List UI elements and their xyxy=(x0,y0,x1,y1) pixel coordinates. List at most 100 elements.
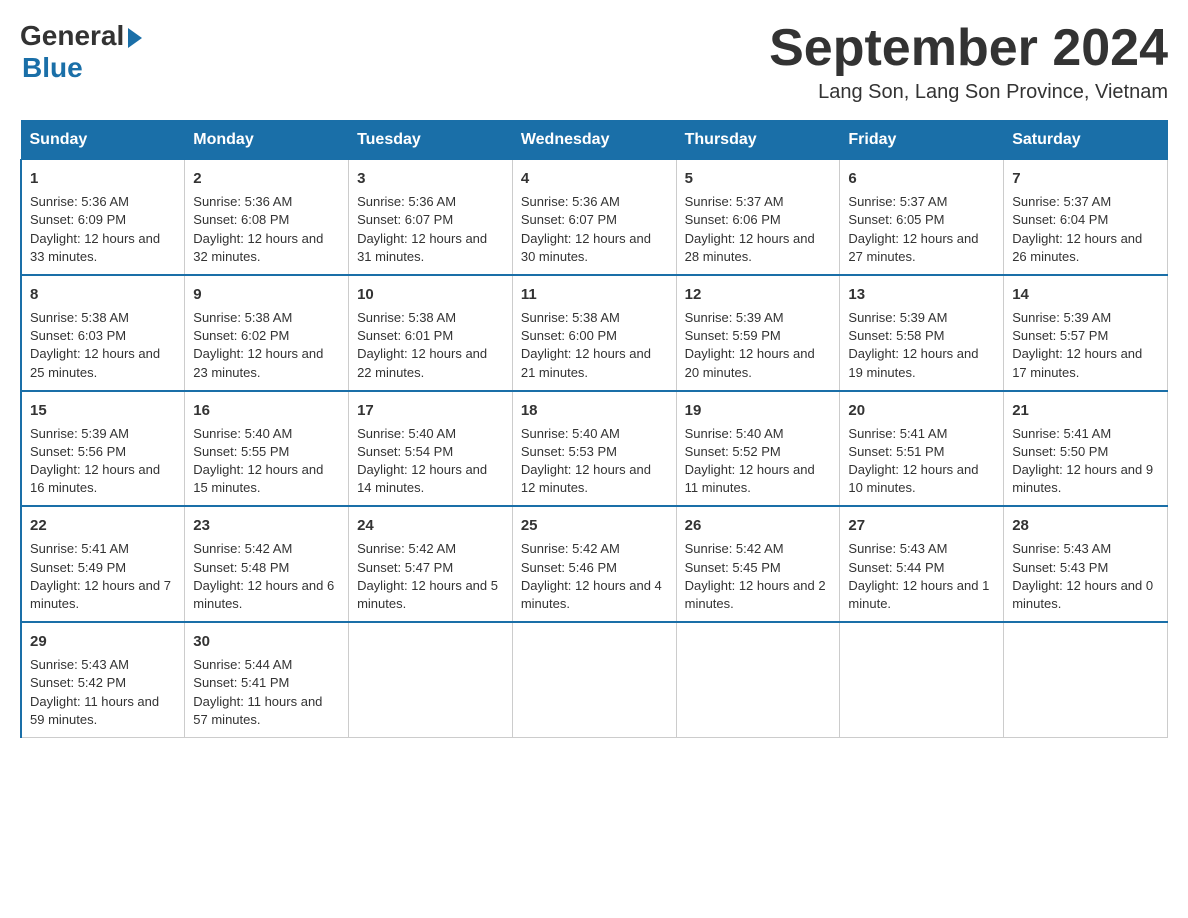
day-number: 6 xyxy=(848,168,995,189)
day-info: Sunrise: 5:42 AM Sunset: 5:47 PM Dayligh… xyxy=(357,540,504,613)
day-number: 2 xyxy=(193,168,340,189)
day-info: Sunrise: 5:42 AM Sunset: 5:48 PM Dayligh… xyxy=(193,540,340,613)
calendar-row-4: 22 Sunrise: 5:41 AM Sunset: 5:49 PM Dayl… xyxy=(21,506,1168,622)
calendar-cell: 27 Sunrise: 5:43 AM Sunset: 5:44 PM Dayl… xyxy=(840,506,1004,622)
day-number: 7 xyxy=(1012,168,1159,189)
day-number: 23 xyxy=(193,515,340,536)
day-info: Sunrise: 5:36 AM Sunset: 6:08 PM Dayligh… xyxy=(193,193,340,266)
day-number: 4 xyxy=(521,168,668,189)
day-info: Sunrise: 5:36 AM Sunset: 6:07 PM Dayligh… xyxy=(521,193,668,266)
day-info: Sunrise: 5:39 AM Sunset: 5:57 PM Dayligh… xyxy=(1012,309,1159,382)
calendar-cell: 22 Sunrise: 5:41 AM Sunset: 5:49 PM Dayl… xyxy=(21,506,185,622)
header-monday: Monday xyxy=(185,121,349,160)
day-number: 21 xyxy=(1012,400,1159,421)
calendar-cell: 29 Sunrise: 5:43 AM Sunset: 5:42 PM Dayl… xyxy=(21,622,185,737)
calendar-cell: 5 Sunrise: 5:37 AM Sunset: 6:06 PM Dayli… xyxy=(676,160,840,275)
day-info: Sunrise: 5:42 AM Sunset: 5:46 PM Dayligh… xyxy=(521,540,668,613)
day-info: Sunrise: 5:39 AM Sunset: 5:59 PM Dayligh… xyxy=(685,309,832,382)
header-friday: Friday xyxy=(840,121,1004,160)
day-info: Sunrise: 5:42 AM Sunset: 5:45 PM Dayligh… xyxy=(685,540,832,613)
day-number: 24 xyxy=(357,515,504,536)
calendar-cell xyxy=(676,622,840,737)
calendar-cell: 3 Sunrise: 5:36 AM Sunset: 6:07 PM Dayli… xyxy=(349,160,513,275)
day-number: 11 xyxy=(521,284,668,305)
day-info: Sunrise: 5:39 AM Sunset: 5:58 PM Dayligh… xyxy=(848,309,995,382)
day-info: Sunrise: 5:37 AM Sunset: 6:04 PM Dayligh… xyxy=(1012,193,1159,266)
header-wednesday: Wednesday xyxy=(512,121,676,160)
calendar-cell xyxy=(512,622,676,737)
location-subtitle: Lang Son, Lang Son Province, Vietnam xyxy=(769,81,1168,104)
day-info: Sunrise: 5:36 AM Sunset: 6:07 PM Dayligh… xyxy=(357,193,504,266)
logo: General Blue xyxy=(20,20,142,84)
day-number: 5 xyxy=(685,168,832,189)
calendar-cell: 26 Sunrise: 5:42 AM Sunset: 5:45 PM Dayl… xyxy=(676,506,840,622)
day-info: Sunrise: 5:44 AM Sunset: 5:41 PM Dayligh… xyxy=(193,656,340,729)
day-info: Sunrise: 5:38 AM Sunset: 6:02 PM Dayligh… xyxy=(193,309,340,382)
calendar-cell: 24 Sunrise: 5:42 AM Sunset: 5:47 PM Dayl… xyxy=(349,506,513,622)
calendar-cell: 28 Sunrise: 5:43 AM Sunset: 5:43 PM Dayl… xyxy=(1004,506,1168,622)
day-number: 3 xyxy=(357,168,504,189)
page-title: September 2024 xyxy=(769,20,1168,77)
header-tuesday: Tuesday xyxy=(349,121,513,160)
calendar-cell: 9 Sunrise: 5:38 AM Sunset: 6:02 PM Dayli… xyxy=(185,275,349,391)
day-info: Sunrise: 5:36 AM Sunset: 6:09 PM Dayligh… xyxy=(30,193,176,266)
day-info: Sunrise: 5:39 AM Sunset: 5:56 PM Dayligh… xyxy=(30,425,176,498)
day-number: 28 xyxy=(1012,515,1159,536)
calendar-cell xyxy=(840,622,1004,737)
logo-blue-text: Blue xyxy=(22,52,83,84)
day-number: 12 xyxy=(685,284,832,305)
day-info: Sunrise: 5:37 AM Sunset: 6:06 PM Dayligh… xyxy=(685,193,832,266)
day-number: 26 xyxy=(685,515,832,536)
calendar-cell: 11 Sunrise: 5:38 AM Sunset: 6:00 PM Dayl… xyxy=(512,275,676,391)
day-number: 30 xyxy=(193,631,340,652)
day-info: Sunrise: 5:41 AM Sunset: 5:50 PM Dayligh… xyxy=(1012,425,1159,498)
calendar-cell: 23 Sunrise: 5:42 AM Sunset: 5:48 PM Dayl… xyxy=(185,506,349,622)
calendar-cell xyxy=(1004,622,1168,737)
calendar-row-3: 15 Sunrise: 5:39 AM Sunset: 5:56 PM Dayl… xyxy=(21,391,1168,507)
day-info: Sunrise: 5:38 AM Sunset: 6:01 PM Dayligh… xyxy=(357,309,504,382)
day-number: 14 xyxy=(1012,284,1159,305)
calendar-cell: 13 Sunrise: 5:39 AM Sunset: 5:58 PM Dayl… xyxy=(840,275,1004,391)
logo-general-text: General xyxy=(20,20,124,52)
day-number: 27 xyxy=(848,515,995,536)
calendar-cell: 7 Sunrise: 5:37 AM Sunset: 6:04 PM Dayli… xyxy=(1004,160,1168,275)
day-info: Sunrise: 5:37 AM Sunset: 6:05 PM Dayligh… xyxy=(848,193,995,266)
calendar-cell: 15 Sunrise: 5:39 AM Sunset: 5:56 PM Dayl… xyxy=(21,391,185,507)
calendar-cell: 14 Sunrise: 5:39 AM Sunset: 5:57 PM Dayl… xyxy=(1004,275,1168,391)
day-info: Sunrise: 5:41 AM Sunset: 5:49 PM Dayligh… xyxy=(30,540,176,613)
day-number: 10 xyxy=(357,284,504,305)
day-number: 29 xyxy=(30,631,176,652)
title-section: September 2024 Lang Son, Lang Son Provin… xyxy=(769,20,1168,104)
day-number: 15 xyxy=(30,400,176,421)
day-number: 22 xyxy=(30,515,176,536)
calendar-cell: 10 Sunrise: 5:38 AM Sunset: 6:01 PM Dayl… xyxy=(349,275,513,391)
calendar-cell: 6 Sunrise: 5:37 AM Sunset: 6:05 PM Dayli… xyxy=(840,160,1004,275)
header-thursday: Thursday xyxy=(676,121,840,160)
calendar-cell: 25 Sunrise: 5:42 AM Sunset: 5:46 PM Dayl… xyxy=(512,506,676,622)
day-number: 18 xyxy=(521,400,668,421)
day-number: 20 xyxy=(848,400,995,421)
day-number: 13 xyxy=(848,284,995,305)
calendar-cell: 12 Sunrise: 5:39 AM Sunset: 5:59 PM Dayl… xyxy=(676,275,840,391)
day-info: Sunrise: 5:40 AM Sunset: 5:54 PM Dayligh… xyxy=(357,425,504,498)
calendar-header-row: Sunday Monday Tuesday Wednesday Thursday… xyxy=(21,121,1168,160)
calendar-cell: 16 Sunrise: 5:40 AM Sunset: 5:55 PM Dayl… xyxy=(185,391,349,507)
calendar-cell: 4 Sunrise: 5:36 AM Sunset: 6:07 PM Dayli… xyxy=(512,160,676,275)
day-info: Sunrise: 5:40 AM Sunset: 5:52 PM Dayligh… xyxy=(685,425,832,498)
header-sunday: Sunday xyxy=(21,121,185,160)
calendar-cell: 1 Sunrise: 5:36 AM Sunset: 6:09 PM Dayli… xyxy=(21,160,185,275)
day-number: 8 xyxy=(30,284,176,305)
day-info: Sunrise: 5:41 AM Sunset: 5:51 PM Dayligh… xyxy=(848,425,995,498)
calendar-cell: 21 Sunrise: 5:41 AM Sunset: 5:50 PM Dayl… xyxy=(1004,391,1168,507)
day-info: Sunrise: 5:43 AM Sunset: 5:42 PM Dayligh… xyxy=(30,656,176,729)
day-info: Sunrise: 5:40 AM Sunset: 5:55 PM Dayligh… xyxy=(193,425,340,498)
calendar-row-1: 1 Sunrise: 5:36 AM Sunset: 6:09 PM Dayli… xyxy=(21,160,1168,275)
day-number: 17 xyxy=(357,400,504,421)
day-info: Sunrise: 5:43 AM Sunset: 5:43 PM Dayligh… xyxy=(1012,540,1159,613)
calendar-cell: 19 Sunrise: 5:40 AM Sunset: 5:52 PM Dayl… xyxy=(676,391,840,507)
calendar-cell: 2 Sunrise: 5:36 AM Sunset: 6:08 PM Dayli… xyxy=(185,160,349,275)
calendar-cell: 8 Sunrise: 5:38 AM Sunset: 6:03 PM Dayli… xyxy=(21,275,185,391)
day-info: Sunrise: 5:38 AM Sunset: 6:00 PM Dayligh… xyxy=(521,309,668,382)
calendar-cell: 20 Sunrise: 5:41 AM Sunset: 5:51 PM Dayl… xyxy=(840,391,1004,507)
day-number: 19 xyxy=(685,400,832,421)
